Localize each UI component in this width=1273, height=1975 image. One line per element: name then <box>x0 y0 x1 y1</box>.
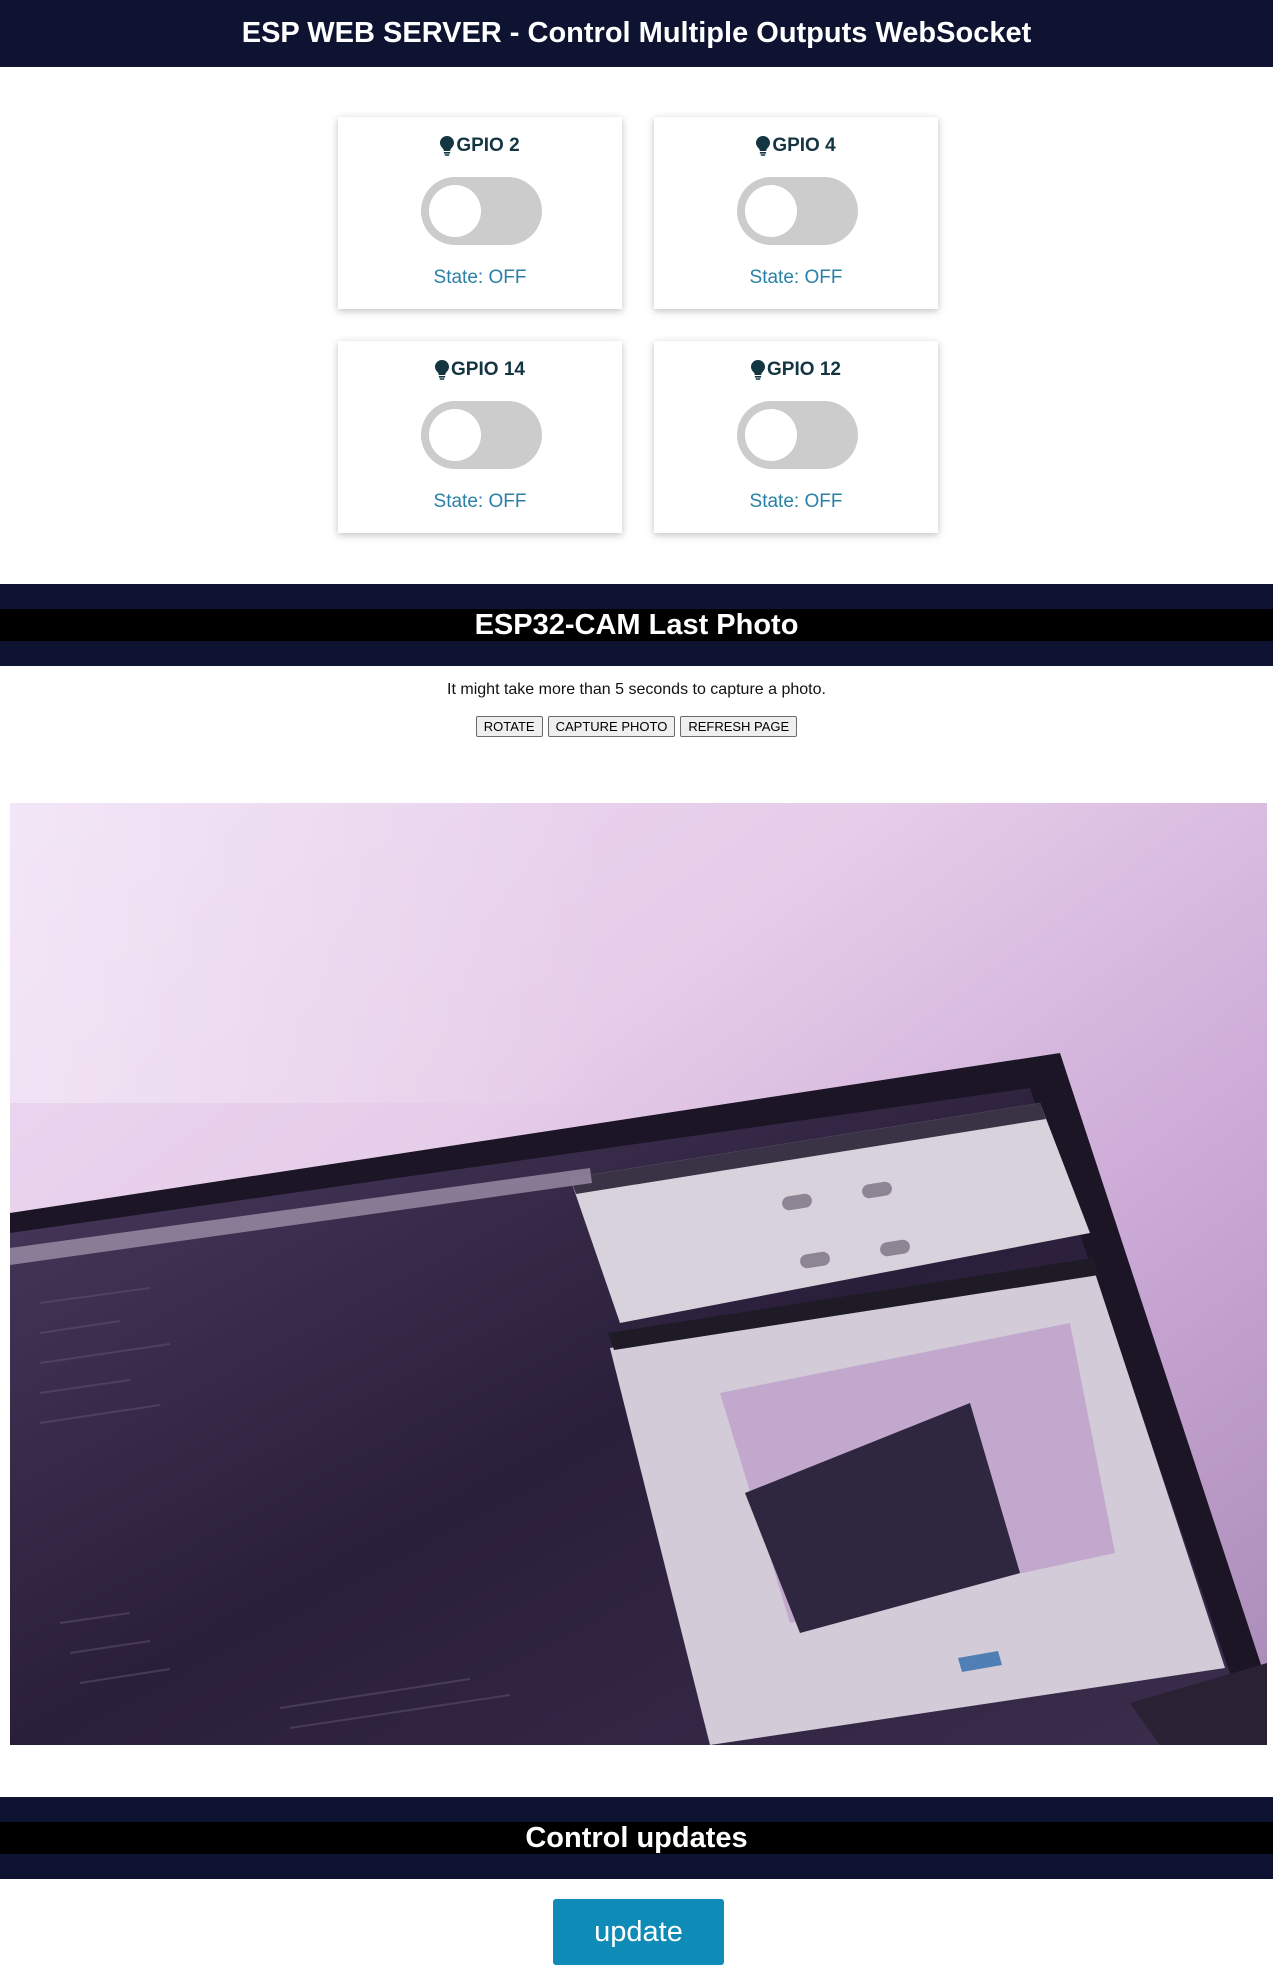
gpio-card-12: GPIO 12 State: OFF <box>654 341 938 533</box>
gpio-card-title: GPIO 12 <box>654 359 938 381</box>
toggle-knob <box>429 185 481 237</box>
gpio-label: GPIO 4 <box>772 135 836 156</box>
gpio-card-title: GPIO 4 <box>654 135 938 157</box>
control-section-title: Control updates <box>525 1821 748 1854</box>
toggle-knob <box>745 185 797 237</box>
gpio-4-toggle[interactable] <box>737 177 858 245</box>
rotate-button[interactable]: ROTATE <box>475 716 543 737</box>
gpio-card-title: GPIO 2 <box>338 135 622 157</box>
gpio-label: GPIO 2 <box>456 135 520 156</box>
photo-section-title-band: ESP32-CAM Last Photo <box>0 609 1273 641</box>
gpio-label: GPIO 12 <box>767 359 841 380</box>
lightbulb-icon <box>435 360 450 380</box>
gpio-card-2: GPIO 2 State: OFF <box>338 117 622 309</box>
refresh-page-button[interactable]: REFRESH PAGE <box>680 716 798 737</box>
control-section-title-band: Control updates <box>0 1822 1273 1854</box>
control-section-header: Control updates <box>0 1797 1273 1879</box>
gpio-cards-grid: GPIO 2 State: OFF GPIO 4 State: OFF GPIO… <box>338 117 938 533</box>
toggle-knob <box>745 409 797 461</box>
gpio-state-text: State: OFF <box>749 267 843 288</box>
gpio-12-toggle[interactable] <box>737 401 858 469</box>
gpio-card-title: GPIO 14 <box>338 359 622 381</box>
photo-section-header: ESP32-CAM Last Photo <box>0 584 1273 666</box>
gpio-14-toggle[interactable] <box>421 401 542 469</box>
gpio-state-text: State: OFF <box>433 491 527 512</box>
lightbulb-icon <box>756 136 771 156</box>
capture-note: It might take more than 5 seconds to cap… <box>447 681 826 698</box>
last-photo-image <box>10 803 1267 1745</box>
update-button[interactable]: update <box>553 1899 724 1965</box>
gpio-state-text: State: OFF <box>749 491 843 512</box>
gpio-2-toggle[interactable] <box>421 177 542 245</box>
photo-section-title: ESP32-CAM Last Photo <box>474 608 799 641</box>
gpio-state-text: State: OFF <box>433 267 527 288</box>
capture-photo-button[interactable]: CAPTURE PHOTO <box>547 716 676 737</box>
lightbulb-icon <box>440 136 455 156</box>
toggle-knob <box>429 409 481 461</box>
gpio-card-4: GPIO 4 State: OFF <box>654 117 938 309</box>
top-header: ESP WEB SERVER - Control Multiple Output… <box>0 0 1273 67</box>
photo-controls: ROTATE CAPTURE PHOTO REFRESH PAGE <box>0 716 1273 737</box>
gpio-label: GPIO 14 <box>451 359 525 380</box>
page-title: ESP WEB SERVER - Control Multiple Output… <box>241 17 1032 49</box>
lightbulb-icon <box>751 360 766 380</box>
gpio-card-14: GPIO 14 State: OFF <box>338 341 622 533</box>
